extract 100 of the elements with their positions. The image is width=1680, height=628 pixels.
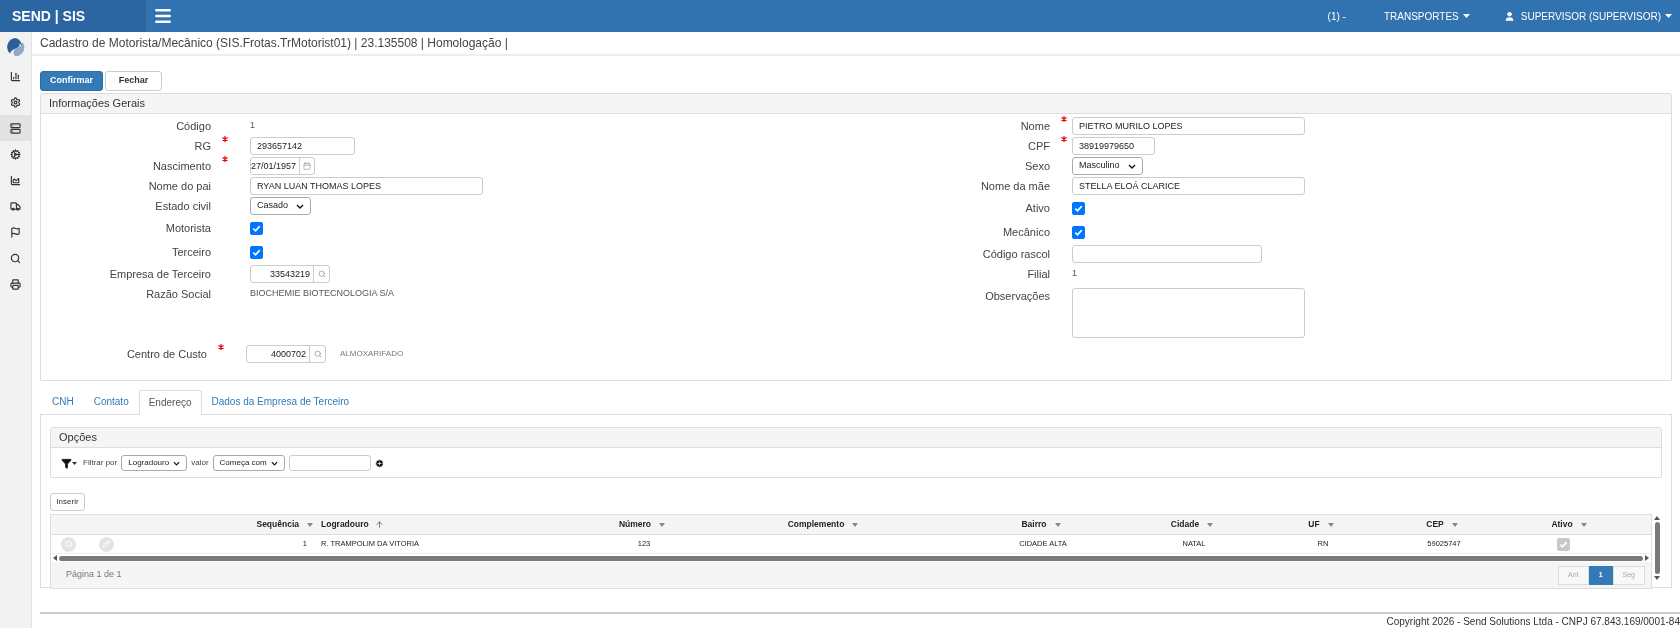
column-header[interactable]: UF [1255,515,1391,534]
add-filter-icon[interactable] [374,458,384,468]
column-header[interactable]: Número [591,515,697,534]
value-label: valor [191,457,209,469]
checkbox[interactable] [1072,225,1085,239]
tab[interactable]: CNH [42,389,84,414]
field-label: Nome da mãe [979,178,1050,194]
chevron-icon [1127,163,1136,169]
check-icon [252,247,261,257]
checkbox[interactable] [250,245,263,259]
field-label: Estado civil [154,198,211,214]
scroll-left-icon[interactable] [53,555,57,561]
menu-icon[interactable] [153,6,173,26]
lookup-field[interactable]: 4000702 [246,345,326,363]
field-value: 1 [1072,267,1077,281]
column-header[interactable]: Sequência [126,515,317,534]
check-icon [1558,540,1568,549]
action-button[interactable]: Confirmar [40,71,103,91]
scroll-right-icon[interactable] [1645,555,1649,561]
area-chart-icon [10,174,21,186]
field-label: CPF [1027,138,1050,154]
checkbox[interactable] [250,221,263,235]
check-icon [1074,203,1083,213]
field-label: Nome [1019,118,1050,134]
tab[interactable]: Endereço [138,390,202,415]
field-label: Terceiro [170,244,211,260]
check-icon [1074,227,1083,237]
field-label: Motorista [164,220,211,236]
tab[interactable]: Dados da Empresa de Terceiro [201,389,360,414]
input-field[interactable]: 293657142 [250,137,355,155]
select-field[interactable]: Começa com [212,455,285,471]
check-icon [252,223,261,233]
user-menu[interactable]: SUPERVISOR (SUPERVISOR) [1503,0,1672,32]
chevron-icon [296,203,305,209]
input-field[interactable]: 38919979650 [1072,137,1155,155]
flag-icon [10,226,21,238]
column-header[interactable]: Complemento [697,515,953,534]
page-title: Cadastro de Motorista/Mecânico (SIS.Frotas.TrMotorist01) | 23.135508 | Homologação | [40,35,508,52]
input-field[interactable]: PIETRO MURILO LOPES [1072,117,1305,135]
select-field[interactable]: Masculino [1072,157,1143,175]
search-icon [10,252,21,264]
input-field[interactable] [1072,245,1262,263]
textarea-field[interactable] [1072,288,1305,338]
chevron-icon [173,460,181,466]
field-value: BIOCHEMIE BIOTECNOLOGIA S/A [250,287,395,301]
printer-icon [10,278,21,290]
lookup-description: ALMOXARIFADO [340,348,404,360]
field-label: Centro de Custo [125,346,207,362]
lookup-field[interactable]: 33543219 [250,265,330,283]
field-label: RG [193,138,211,154]
scroll-up-icon[interactable] [1654,516,1660,520]
panel-title: Opções [59,430,97,446]
search-icon [313,350,322,358]
bar-chart-icon [10,70,21,82]
required-icon [1061,136,1067,142]
field-value: 1 [250,119,255,133]
action-button[interactable]: Fechar [105,71,162,91]
server-icon [10,122,21,134]
filter-icon[interactable] [61,457,79,469]
field-label: Código rascol [981,246,1050,262]
sidebar-item[interactable] [0,115,32,141]
field-label: Nascimento [151,158,211,174]
column-header[interactable]: Ativo [1497,515,1645,534]
checkbox[interactable] [1556,538,1570,551]
pencil-icon [102,540,110,548]
horizontal-scrollbar[interactable] [51,554,1651,562]
tab[interactable]: Contato [83,389,139,414]
app-logo: SEND | SIS [12,6,86,26]
date-field[interactable]: 27/01/1957 [250,157,315,175]
panel-title: Informações Gerais [49,96,145,112]
select-field[interactable]: Logradouro [121,455,188,471]
required-icon [218,344,224,350]
page-info: Página 1 de 1 [66,568,122,582]
field-label: Nome do pai [147,178,211,194]
column-header[interactable]: Cidade [1133,515,1255,534]
filter-label: Filtrar por [83,457,118,469]
filter-input[interactable] [288,455,371,471]
checkbox[interactable] [1072,201,1085,215]
required-icon [222,136,228,142]
select-field[interactable]: Casado [250,197,312,215]
field-label: Mecânico [1001,224,1050,240]
insert-button[interactable]: Inserir [50,493,85,511]
field-label: Razão Social [145,286,211,302]
cog-icon [10,148,21,160]
scroll-down-icon[interactable] [1654,576,1660,580]
column-header[interactable]: Bairro [953,515,1133,534]
input-field[interactable]: RYAN LUAN THOMAS LOPES [250,177,483,195]
footer-copyright: Copyright 2026 - Send Solutions Ltda - CNPJ 67.843.169/0001-84 [1386,614,1680,628]
user-icon [1503,10,1515,22]
input-field[interactable]: STELLA ELOÁ CLARICE [1072,177,1305,195]
field-label: Empresa de Terceiro [108,266,211,282]
field-label: Observações [984,289,1050,304]
field-label: Filial [1026,266,1050,282]
caret-icon [1665,14,1672,18]
company-dropdown[interactable]: (1) - TRANSPORTES [1327,0,1470,32]
required-icon [222,156,228,162]
column-header[interactable]: Logradouro [317,515,591,534]
field-label: Código [175,118,211,134]
column-header[interactable]: CEP [1391,515,1497,534]
calendar-icon [303,162,311,170]
